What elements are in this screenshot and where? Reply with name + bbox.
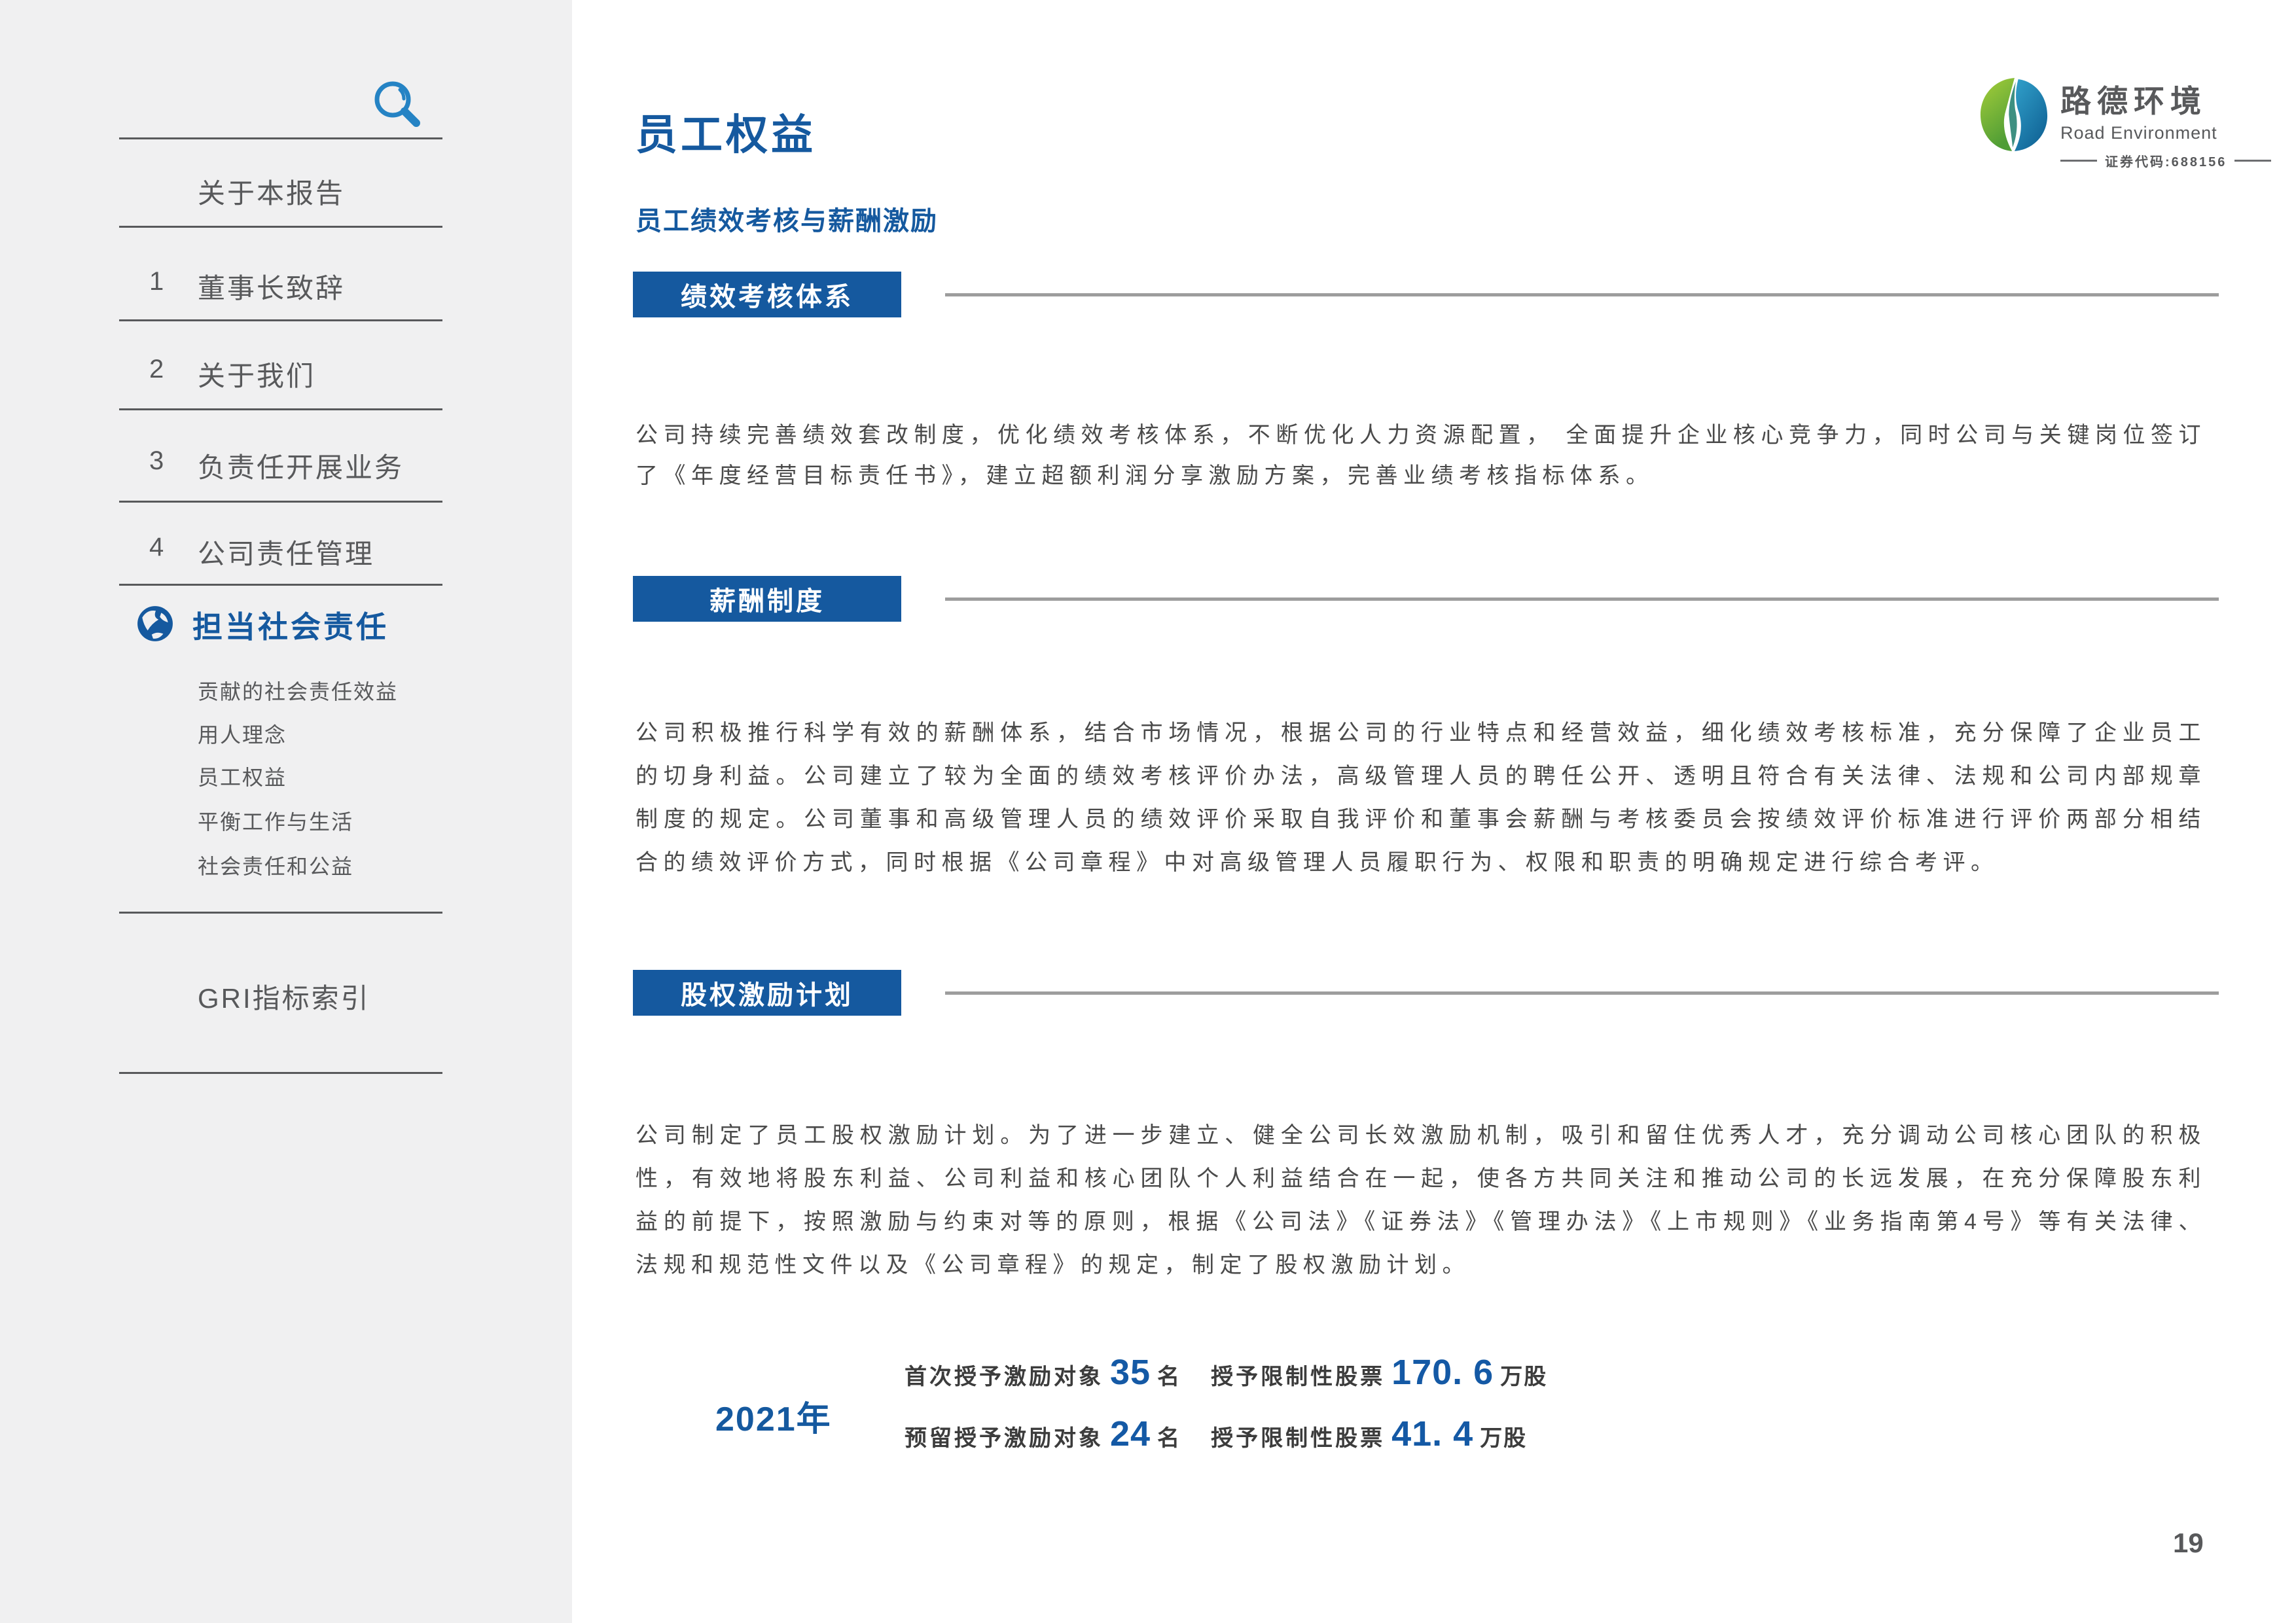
stock-code-text: 证券代码:688156: [2105, 151, 2227, 170]
logo-mark-icon: [1979, 76, 2049, 156]
dash-decoration: [2060, 160, 2097, 162]
divider: [119, 501, 442, 503]
logo-company-name-cn: 路德环境: [2060, 76, 2271, 121]
dash-decoration: [2234, 160, 2271, 162]
stat-label: 授予限制性股票: [1211, 1359, 1385, 1391]
sidebar-subitem-talent-philosophy[interactable]: 用人理念: [198, 719, 287, 749]
stat-label: 预留授予激励对象: [905, 1420, 1103, 1452]
stat-row-reserved-grant: 预留授予激励对象 24 名 授予限制性股票 41. 4 万股: [905, 1414, 1527, 1454]
stat-label: 授予限制性股票: [1211, 1420, 1385, 1452]
divider: [119, 319, 442, 321]
page-number: 19: [2173, 1527, 2204, 1559]
stats-year-label: 2021年: [715, 1391, 832, 1440]
stat-label: 首次授予激励对象: [905, 1359, 1103, 1391]
divider: [119, 584, 442, 586]
globe-icon: [136, 605, 174, 646]
section-body-performance-appraisal: 公司持续完善绩效套改制度，优化绩效考核体系，不断优化人力资源配置， 全面提升企业…: [636, 415, 2206, 496]
divider: [119, 408, 442, 410]
sidebar-item-responsible-business[interactable]: 负责任开展业务: [198, 446, 404, 486]
report-page: 关于本报告 1 董事长致辞 2 关于我们 3 负责任开展业务 4 公司责任管理 …: [0, 0, 2296, 1623]
sidebar-item-gri-index[interactable]: GRI指标索引: [198, 976, 370, 1016]
sidebar-item-about-us[interactable]: 关于我们: [198, 354, 315, 394]
sidebar-item-about-report[interactable]: 关于本报告: [198, 171, 345, 211]
stat-unit: 名: [1157, 1359, 1181, 1391]
stat-value: 41. 4: [1391, 1414, 1473, 1454]
divider: [119, 1072, 442, 1074]
sidebar-subitem-csr-benefits[interactable]: 贡献的社会责任效益: [198, 675, 398, 705]
sidebar-item-number: 4: [149, 533, 164, 562]
section-heading-compensation-system: 薪酬制度: [633, 576, 901, 622]
logo-stock-code: 证券代码:688156: [2060, 151, 2271, 170]
page-title: 员工权益: [636, 101, 816, 162]
stat-row-first-grant: 首次授予激励对象 35 名 授予限制性股票 170. 6 万股: [905, 1352, 1547, 1393]
sidebar: 关于本报告 1 董事长致辞 2 关于我们 3 负责任开展业务 4 公司责任管理 …: [0, 0, 572, 1623]
stat-unit: 万股: [1480, 1420, 1527, 1452]
search-icon[interactable]: [373, 80, 423, 131]
divider: [119, 137, 442, 139]
page-subtitle: 员工绩效考核与薪酬激励: [636, 200, 938, 238]
section-rule: [945, 597, 2219, 601]
sidebar-item-chairman-speech[interactable]: 董事长致辞: [198, 266, 345, 306]
divider: [119, 226, 442, 228]
stat-value: 170. 6: [1391, 1352, 1494, 1393]
sidebar-item-number: 1: [149, 267, 164, 296]
section-rule: [945, 991, 2219, 995]
logo-company-name-en: Road Environment: [2060, 123, 2271, 143]
sidebar-subitem-employee-rights[interactable]: 员工权益: [198, 761, 287, 791]
divider: [119, 912, 442, 914]
stat-value: 35: [1110, 1352, 1151, 1393]
stat-unit: 名: [1157, 1420, 1181, 1452]
section-heading-equity-incentive-plan: 股权激励计划: [633, 970, 901, 1016]
sidebar-item-number: 2: [149, 355, 164, 384]
section-rule: [945, 293, 2219, 296]
section-body-equity-incentive-plan: 公司制定了员工股权激励计划。为了进一步建立、健全公司长效激励机制，吸引和留住优秀…: [636, 1114, 2206, 1287]
section-heading-performance-appraisal: 绩效考核体系: [633, 272, 901, 317]
logo-text: 路德环境 Road Environment 证券代码:688156: [2060, 76, 2271, 170]
stat-value: 24: [1110, 1414, 1151, 1454]
company-logo: 路德环境 Road Environment 证券代码:688156: [1979, 76, 2271, 170]
sidebar-subitem-social-welfare[interactable]: 社会责任和公益: [198, 850, 353, 880]
sidebar-item-label: 担当社会责任: [192, 603, 389, 647]
section-body-compensation-system: 公司积极推行科学有效的薪酬体系，结合市场情况，根据公司的行业特点和经营效益，细化…: [636, 711, 2206, 884]
sidebar-subitem-work-life-balance[interactable]: 平衡工作与生活: [198, 806, 353, 836]
sidebar-item-social-responsibility[interactable]: 担当社会责任: [136, 603, 389, 647]
stat-unit: 万股: [1500, 1359, 1547, 1391]
sidebar-item-number: 3: [149, 446, 164, 476]
sidebar-item-responsibility-management[interactable]: 公司责任管理: [198, 532, 374, 572]
